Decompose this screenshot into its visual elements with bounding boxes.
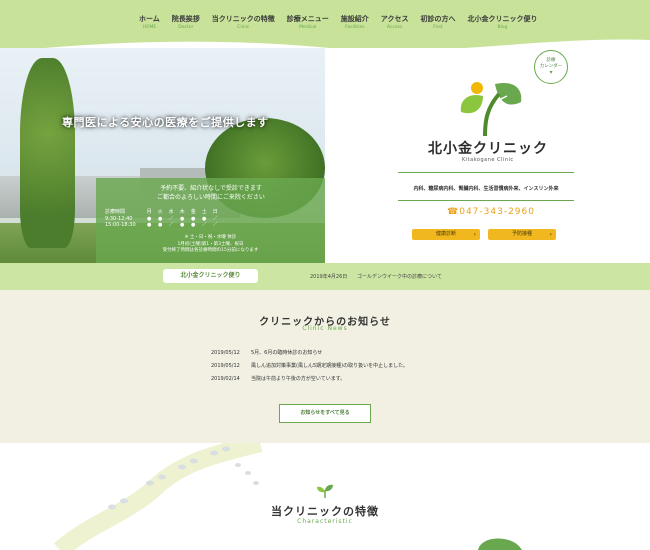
blog-strip-label[interactable]: 北小金クリニック便り [163,269,258,283]
hours-cell: ● [146,222,152,228]
news-text: 5月、6月の臨時休診のお知らせ [251,350,323,356]
sprout-icon [317,484,333,498]
news-item[interactable]: 2019/02/14 当院は午前より午後の方が空いています。 [211,373,408,386]
hours-cell: ／ [212,222,218,228]
nav-item-sublabel: Facilities [345,25,365,30]
hours-intro-line: 予約不要、紹介状なしで受診できます [160,185,262,192]
phone-icon: ☎ [447,207,460,217]
nav-item-home[interactable]: ホーム HOME [139,14,160,31]
nav-item-label: 診療メニュー [286,15,329,23]
nav-item-label: 施設紹介 [340,15,369,23]
features-title: 当クリニックの特徴 [271,505,379,518]
hours-cell: ● [179,222,185,228]
hours-header-row: 診療時間 月 火 水 木 金 土 日 [102,209,221,216]
divider [398,200,574,201]
nav-item-sublabel: First [433,25,443,30]
all-news-button[interactable]: お知らせをすべて見る [279,404,371,423]
nav-item-label: 北小金クリニック便り [467,15,538,23]
nav-item-label: 院長挨拶 [171,15,200,23]
news-date: 2019/05/12 [211,363,240,369]
clinic-logo-icon [460,82,522,137]
blog-strip-link[interactable]: ゴールデンウイーク中の診療について [357,273,442,280]
nav-item-clinic[interactable]: 当クリニックの特徴 Clinic [212,14,275,31]
hours-cell: ／ [201,222,207,228]
nav-item-medical[interactable]: 診療メニュー Medical [287,14,329,31]
nav-item-first[interactable]: 初診の方へ First [420,14,455,31]
chevron-down-icon: ▾ [549,69,553,76]
hours-intro: 予約不要、紹介状なしで受診できます ご都合のよろしい時間にご来院ください [106,184,316,202]
nav-item-sublabel: Medical [299,25,317,30]
news-item[interactable]: 2019/05/12 風しん追加対策事業(風しん5期定期接種)の取り扱いを中止し… [211,360,408,373]
news-text: 当院は午前より午後の方が空いています。 [251,376,346,382]
hours-cell: ／ [168,222,174,228]
nav-item-sublabel: Access [386,25,403,30]
nav-item-blog[interactable]: 北小金クリニック便り Blog [467,14,537,31]
hours-row: 15:00-18:30 ● ● ／ ● ● ／ ／ [102,222,221,229]
divider [398,172,574,173]
nav-item-facilities[interactable]: 施設紹介 Facilities [341,14,369,31]
nav-item-label: ホーム [139,15,160,23]
hours-note: 受付終了時間は各診療時間の15分前になります [162,248,259,253]
hours-notes: ※ 土・日・祝・水曜 休診 1月初(土曜)第1・第3土曜、祝日 受付終了時間は各… [96,235,325,255]
news-list: 2019/05/12 5月、6月の臨時休診のお知らせ 2019/05/12 風し… [211,347,408,386]
nav-item-label: 当クリニックの特徴 [211,15,275,23]
hours-cell: 15:00-18:30 [105,222,136,228]
nav-item-label: 初診の方へ [420,15,456,23]
news-date: 2019/05/12 [211,350,240,356]
news-item[interactable]: 2019/05/12 5月、6月の臨時休診のお知らせ [211,347,408,360]
hero-tagline: 専門医による安心の医療をご提供します [62,116,269,129]
phone-number[interactable]: ☎047-343-2960 [447,207,535,217]
departments-text: 内科、糖尿病内科、腎臓内科、生活習慣病外来、インスリン外来 [413,186,559,192]
blog-strip-date: 2019年4月26日 [310,274,348,280]
nav-list: ホーム HOME 院長挨拶 Doctor 当クリニックの特徴 Clinic 診療メニュ… [139,14,549,31]
clinic-name-en: Kitakogane Clinic [462,157,514,163]
nav-item-doctor[interactable]: 院長挨拶 Doctor [172,14,200,31]
news-text: 風しん追加対策事業(風しん5期定期接種)の取り扱いを中止しました。 [251,363,409,369]
vaccination-button[interactable]: 予防接種 [488,229,556,240]
hours-box: 予約不要、紹介状なしで受診できます ご都合のよろしい時間にご来院ください 診療時… [96,178,325,263]
hours-table: 診療時間 月 火 水 木 金 土 日 9:30-12:40 ● ● ／ ● ● … [102,209,221,229]
nav-item-sublabel: Clinic [237,25,250,30]
nav-item-sublabel: Blog [497,25,508,30]
phone-number-text: 047-343-2960 [459,207,535,217]
hours-cell: ● [157,222,163,228]
news-date: 2019/02/14 [211,376,240,382]
hours-cell: ● [191,222,196,228]
nav-item-sublabel: Doctor [178,25,194,30]
clinic-name: 北小金クリニック [428,141,548,157]
hours-intro-line: ご都合のよろしい時間にご来院ください [157,194,265,201]
health-check-button[interactable]: 健康診断 [412,229,480,240]
photo-tree [20,58,75,248]
nav-item-sublabel: HOME [142,25,157,30]
notice-subtitle: Clinic News [302,325,348,332]
features-subtitle: Characteristic [297,518,353,525]
calendar-badge-button[interactable]: 診療 カレンダー ▾ [534,50,568,84]
nav-item-label: アクセス [380,15,409,23]
nav-item-access[interactable]: アクセス Access [381,14,409,31]
